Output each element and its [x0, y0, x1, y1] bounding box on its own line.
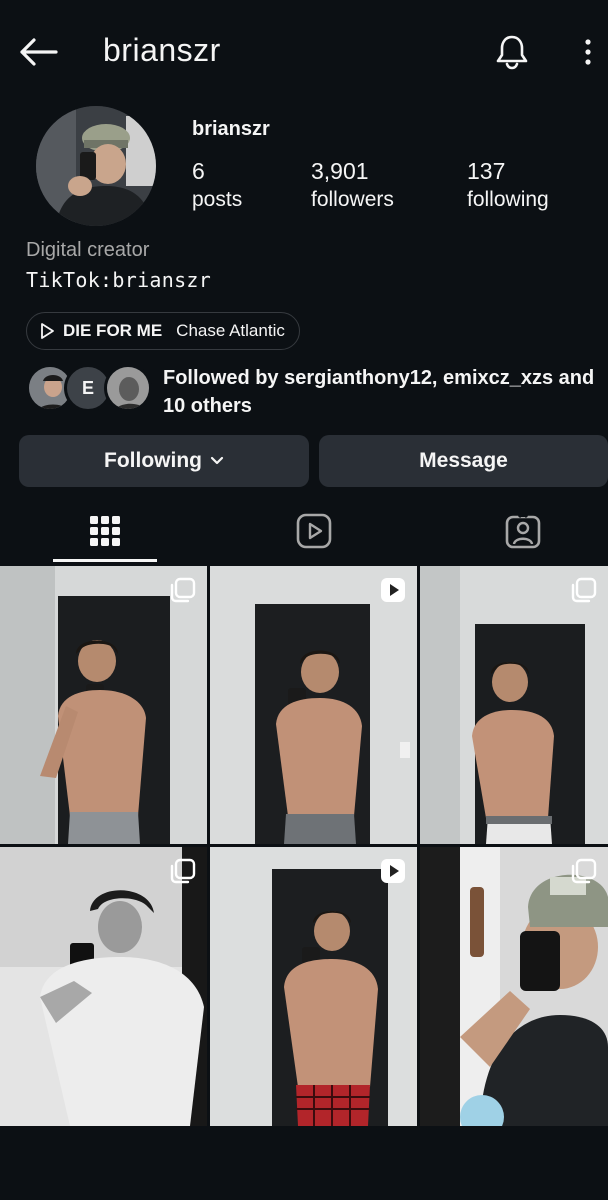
profile-category: Digital creator: [26, 239, 150, 261]
following-label: following: [467, 188, 549, 211]
posts-label: posts: [192, 188, 243, 211]
profile-tabs: [0, 498, 608, 564]
post-thumbnail[interactable]: [210, 566, 417, 844]
more-vertical-icon: [585, 39, 591, 65]
page-title: brianszr: [103, 32, 221, 68]
carousel-icon: [570, 857, 598, 885]
chevron-down-icon: [210, 456, 224, 465]
posts-stat[interactable]: 6 posts: [192, 158, 242, 212]
post-thumbnail[interactable]: [420, 847, 608, 1126]
following-stat[interactable]: 137 following: [467, 158, 549, 212]
active-tab-indicator: [53, 559, 157, 562]
notifications-button[interactable]: [490, 30, 534, 74]
play-icon: [41, 323, 54, 339]
posts-count: 6: [192, 158, 205, 184]
bottom-area: [0, 1126, 608, 1200]
post-thumbnail[interactable]: [0, 566, 207, 844]
music-artist: Chase Atlantic: [176, 321, 285, 340]
message-button-label: Message: [419, 449, 508, 472]
following-button[interactable]: Following: [19, 435, 309, 487]
profile-music-pill[interactable]: DIE FOR ME Chase Atlantic: [26, 312, 300, 350]
followers-count: 3,901: [311, 158, 369, 184]
following-count: 137: [467, 158, 506, 184]
followers-label: followers: [311, 188, 394, 211]
tagged-icon: [505, 513, 541, 549]
post-thumbnail[interactable]: [420, 566, 608, 844]
music-song-title: DIE FOR ME: [63, 321, 163, 340]
profile-avatar[interactable]: [36, 106, 156, 226]
following-button-label: Following: [104, 449, 202, 472]
profile-bio: TikTok:brianszr: [26, 268, 212, 292]
post-thumbnail[interactable]: [0, 847, 207, 1126]
tab-reels[interactable]: [262, 498, 366, 564]
tab-tagged[interactable]: [471, 498, 575, 564]
message-button[interactable]: Message: [319, 435, 608, 487]
carousel-icon: [570, 576, 598, 604]
profile-name: brianszr: [192, 118, 270, 140]
reels-icon: [296, 513, 332, 549]
avatar-letter: E: [81, 377, 94, 398]
back-button[interactable]: [16, 30, 60, 74]
tab-posts-grid[interactable]: [53, 498, 157, 564]
followed-by-text: Followed by sergianthony12, emixcz_xzs a…: [163, 367, 595, 417]
reel-icon: [379, 857, 407, 885]
grid-icon: [90, 516, 120, 546]
carousel-icon: [169, 576, 197, 604]
mutual-follower-avatar: [104, 364, 152, 412]
followers-stat[interactable]: 3,901 followers: [311, 158, 394, 212]
top-bar: brianszr: [0, 0, 608, 104]
posts-grid: [0, 566, 608, 1126]
reel-icon: [379, 576, 407, 604]
carousel-icon: [169, 857, 197, 885]
more-options-button[interactable]: [566, 30, 608, 74]
post-thumbnail[interactable]: [210, 847, 417, 1126]
arrow-left-icon: [20, 38, 58, 66]
mutual-followers[interactable]: E Followed by sergianthony12, emixcz_xzs…: [26, 364, 606, 417]
bell-icon: [496, 35, 528, 70]
